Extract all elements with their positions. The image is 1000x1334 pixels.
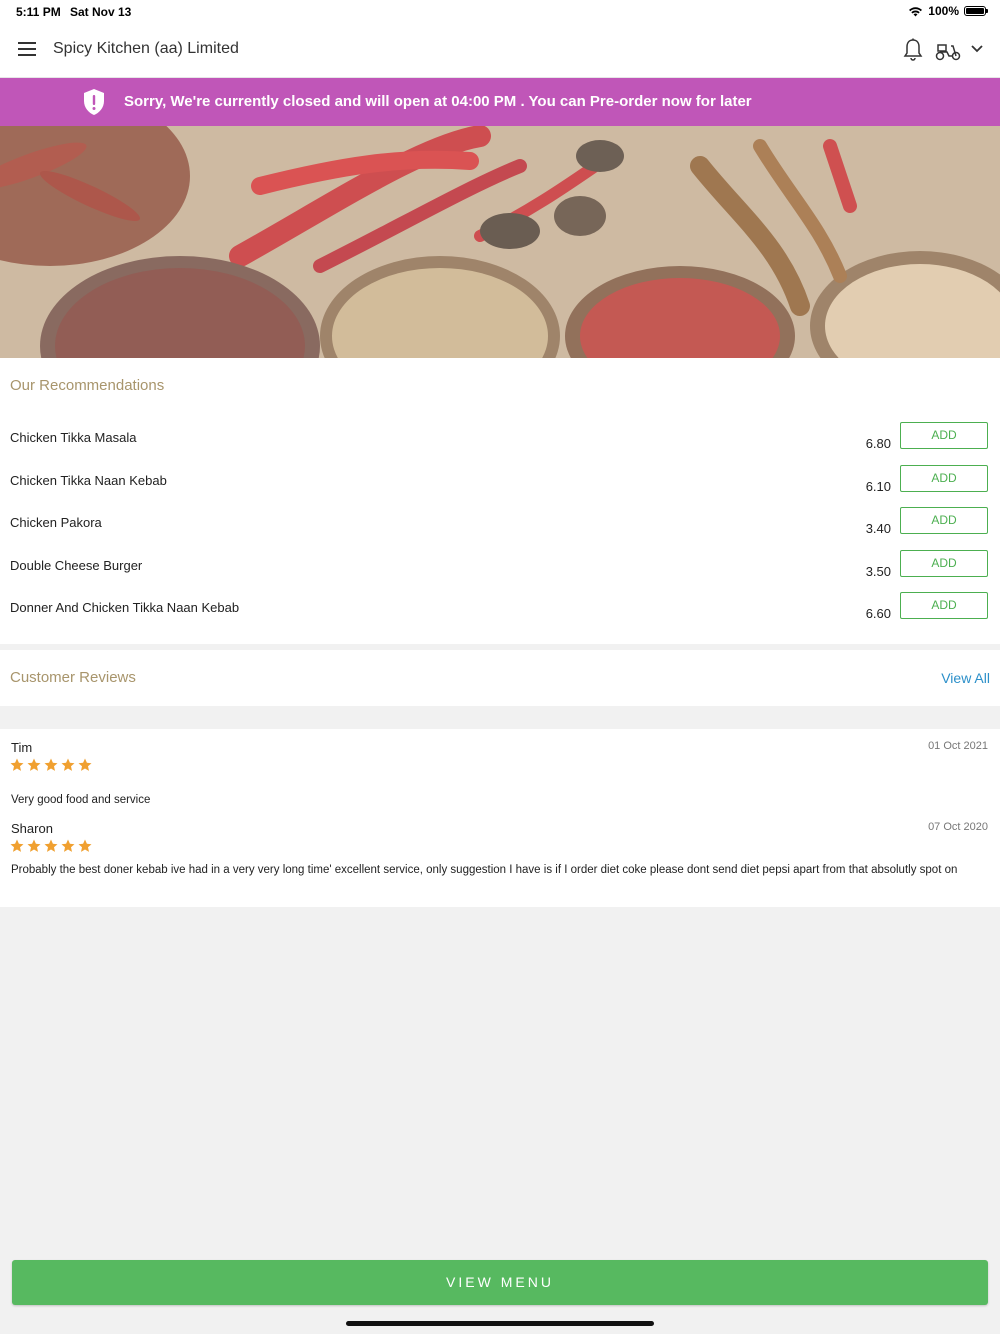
banner-message: Sorry, We're currently closed and will o… [124,93,752,110]
spices-illustration [0,126,1000,358]
battery-percent: 100% [928,4,959,18]
status-date: Sat Nov 13 [70,5,132,19]
item-name: Double Cheese Burger [10,558,143,573]
view-all-link[interactable]: View All [941,670,990,686]
star-icon [10,758,24,771]
add-button[interactable]: ADD [900,465,988,492]
add-button[interactable]: ADD [900,592,988,619]
closed-banner: Sorry, We're currently closed and will o… [0,78,1000,126]
status-right: 100% [908,4,988,18]
star-icon [78,839,92,852]
status-time: 5:11 PM [16,5,61,19]
battery-icon [964,6,988,16]
reviews-title: Customer Reviews [10,669,136,686]
chevron-down-icon[interactable] [970,42,984,56]
shield-alert-icon [84,89,104,115]
recommendations-title: Our Recommendations [10,377,165,394]
recommendation-row: Chicken Tikka Masala 6.80 ADD [0,422,1000,472]
review-author: Sharon [11,821,53,836]
item-name: Donner And Chicken Tikka Naan Kebab [10,600,240,615]
item-price: 6.10 [865,479,891,494]
recommendations-section: Our Recommendations Chicken Tikka Masala… [0,358,1000,644]
recommendation-row: Double Cheese Burger 3.50 ADD [0,550,1000,600]
star-icon [78,758,92,771]
item-price: 3.40 [865,521,891,536]
add-button[interactable]: ADD [900,507,988,534]
add-button[interactable]: ADD [900,550,988,577]
item-name: Chicken Tikka Masala [10,430,137,445]
review-text: Very good food and service [11,794,151,806]
home-indicator [346,1321,654,1326]
item-price: 3.50 [865,564,891,579]
hamburger-icon[interactable] [18,42,36,56]
app-bar: Spicy Kitchen (aa) Limited [0,24,1000,78]
review-date: 01 Oct 2021 [928,740,988,752]
restaurant-title: Spicy Kitchen (aa) Limited [53,40,239,57]
item-name: Chicken Tikka Naan Kebab [10,473,167,488]
recommendation-row: Chicken Tikka Naan Kebab 6.10 ADD [0,465,1000,515]
bell-icon[interactable] [902,38,924,62]
star-icon [61,758,75,771]
recommendation-row: Donner And Chicken Tikka Naan Kebab 6.60… [0,592,1000,642]
status-bar: 5:11 PM Sat Nov 13 100% [0,0,1000,24]
star-icon [61,839,75,852]
star-icon [10,839,24,852]
review-date: 07 Oct 2020 [928,821,988,833]
star-rating [10,839,92,853]
item-name: Chicken Pakora [10,515,102,530]
item-price: 6.80 [865,436,891,451]
review-author: Tim [11,740,33,755]
star-icon [27,758,41,771]
star-icon [44,839,58,852]
reviews-list: Tim 01 Oct 2021 Very good food and servi… [0,729,1000,907]
scooter-icon[interactable] [935,40,961,62]
item-price: 6.60 [865,606,891,621]
star-icon [44,758,58,771]
hero-image [0,126,1000,358]
review-text: Probably the best doner kebab ive had in… [11,864,958,876]
star-rating [10,758,92,772]
wifi-icon [909,6,923,16]
reviews-header: Customer Reviews View All [0,650,1000,706]
view-menu-button[interactable]: VIEW MENU [12,1260,988,1305]
recommendation-row: Chicken Pakora 3.40 ADD [0,507,1000,557]
star-icon [27,839,41,852]
add-button[interactable]: ADD [900,422,988,449]
